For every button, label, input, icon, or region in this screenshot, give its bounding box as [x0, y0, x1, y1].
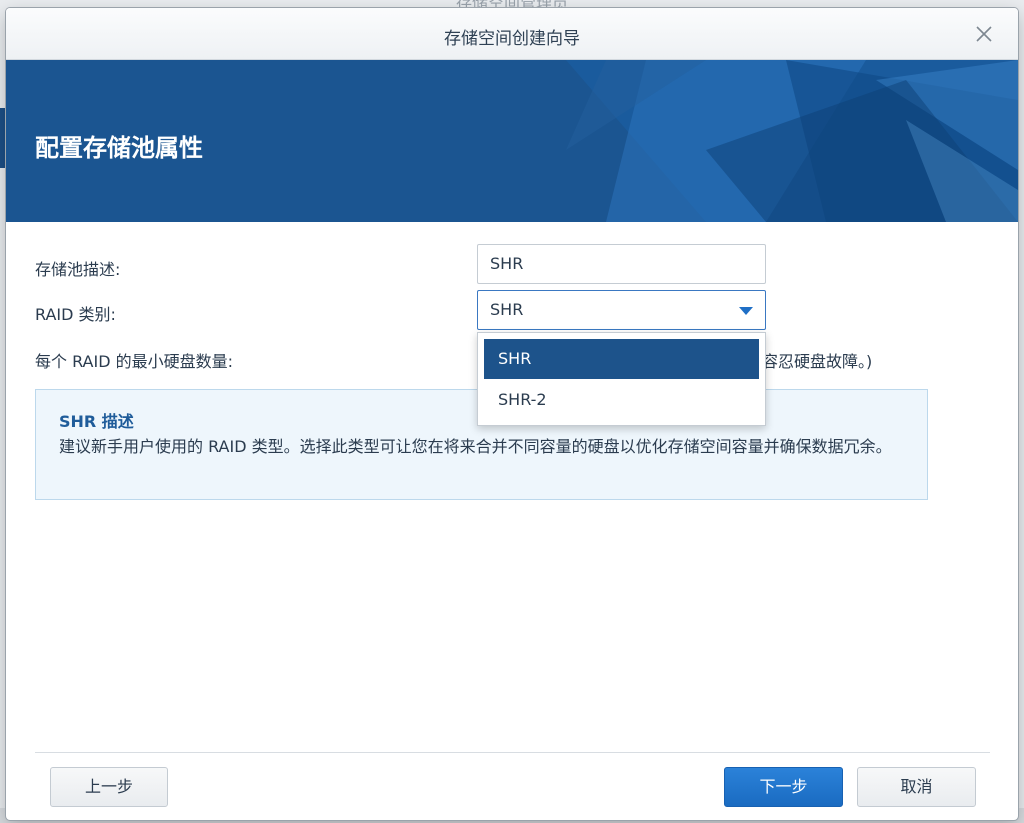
info-box-title: SHR 描述 — [59, 412, 134, 431]
previous-step-button[interactable]: 上一步 — [50, 767, 168, 807]
cancel-button[interactable]: 取消 — [857, 767, 976, 807]
page-heading: 配置存储池属性 — [35, 134, 203, 162]
description-label: 存储池描述: — [35, 260, 121, 279]
raid-type-select[interactable]: SHR — [477, 290, 766, 330]
raid-type-selected-value: SHR — [490, 300, 524, 319]
wizard-dialog: 存储空间创建向导 配置存储池属性 存储池描述: SHR RAID 类别: SHR… — [6, 8, 1018, 820]
chevron-down-icon — [739, 307, 753, 315]
step-banner: 配置存储池属性 — [6, 60, 1018, 222]
min-disks-label: 每个 RAID 的最小硬盘数量: — [35, 352, 234, 371]
raid-option-shr[interactable]: SHR — [484, 339, 759, 379]
raid-type-dropdown: SHR SHR-2 — [477, 332, 766, 426]
info-box-text: 建议新手用户使用的 RAID 类型。选择此类型可让您在将来合并不同容量的硬盘以优… — [59, 437, 892, 456]
next-step-button[interactable]: 下一步 — [724, 767, 843, 807]
dialog-titlebar: 存储空间创建向导 — [6, 8, 1018, 60]
raid-option-shr-2[interactable]: SHR-2 — [484, 380, 759, 420]
footer-divider — [35, 752, 990, 753]
raid-type-label: RAID 类别: — [35, 305, 116, 324]
description-input[interactable]: SHR — [477, 244, 766, 284]
dialog-title: 存储空间创建向导 — [444, 29, 580, 49]
close-icon[interactable] — [972, 22, 996, 46]
